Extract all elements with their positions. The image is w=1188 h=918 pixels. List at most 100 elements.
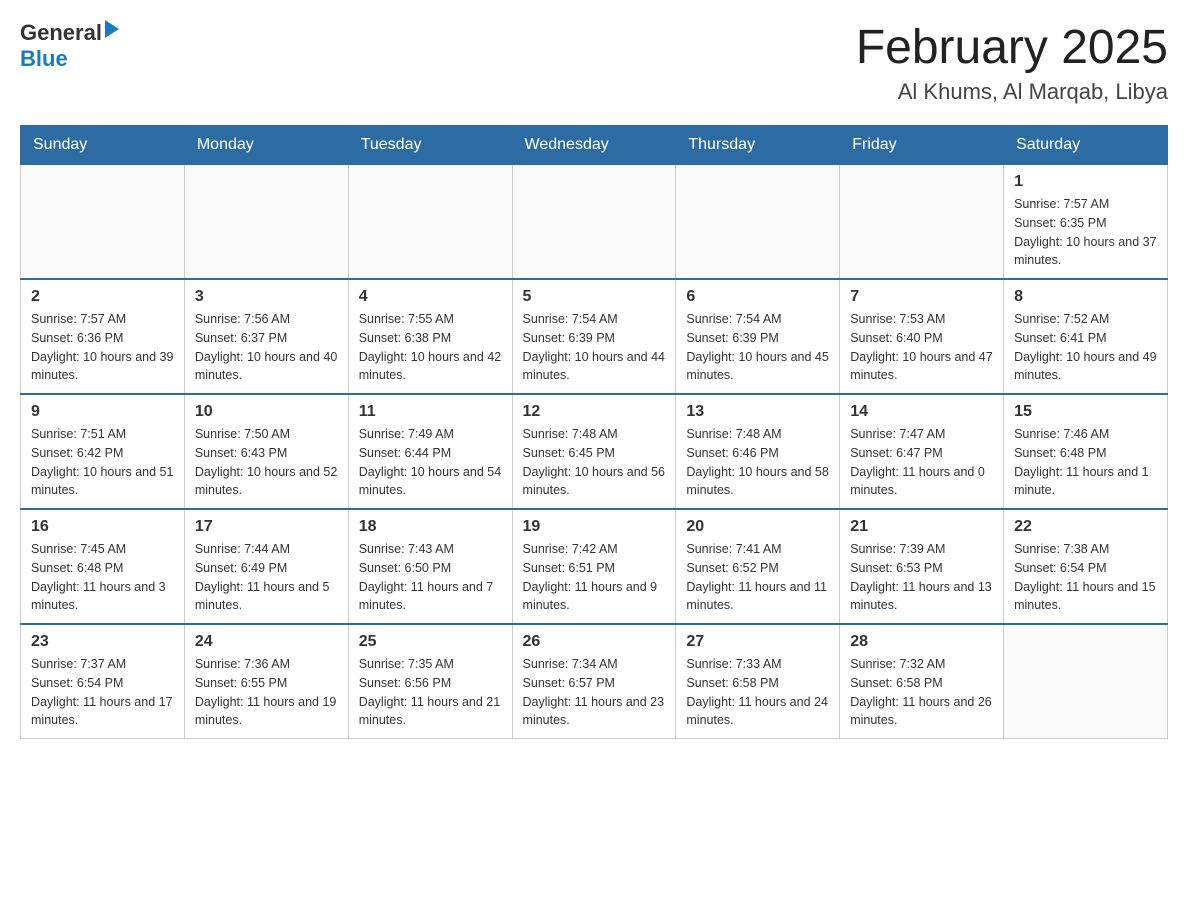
calendar-cell — [512, 165, 676, 280]
day-info: Sunrise: 7:57 AMSunset: 6:36 PMDaylight:… — [31, 310, 174, 385]
calendar-cell — [184, 165, 348, 280]
calendar-cell: 15Sunrise: 7:46 AMSunset: 6:48 PMDayligh… — [1004, 394, 1168, 509]
day-number: 14 — [850, 403, 993, 421]
calendar-cell: 25 Sunrise: 7:35 AMSunset: 6:56 PMDayligh… — [348, 624, 512, 739]
calendar-cell: 24Sunrise: 7:36 AMSunset: 6:55 PMDayligh… — [184, 624, 348, 739]
day-info: Sunrise: 7:42 AMSunset: 6:51 PMDaylight:… — [523, 540, 666, 615]
day-number: 20 — [686, 518, 829, 536]
day-number: 27 — [686, 633, 829, 651]
calendar-cell: 4 Sunrise: 7:55 AMSunset: 6:38 PMDaylight… — [348, 279, 512, 394]
calendar-cell: 11Sunrise: 7:49 AMSunset: 6:44 PMDayligh… — [348, 394, 512, 509]
day-number: 1 — [1014, 173, 1157, 191]
day-info: Sunrise: 7:56 AMSunset: 6:37 PMDaylight:… — [195, 310, 338, 385]
calendar-cell: 17 Sunrise: 7:44 AMSunset: 6:49 PMDayligh… — [184, 509, 348, 624]
day-info: Sunrise: 7:54 AMSunset: 6:39 PMDaylight:… — [686, 310, 829, 385]
day-info: Sunrise: 7:57 AMSunset: 6:35 PMDaylight:… — [1014, 195, 1157, 270]
logo: General Blue — [20, 20, 119, 72]
day-number: 7 — [850, 288, 993, 306]
day-number: 9 — [31, 403, 174, 421]
day-number: 17 — [195, 518, 338, 536]
calendar-cell: 20 Sunrise: 7:41 AMSunset: 6:52 PMDayligh… — [676, 509, 840, 624]
calendar-cell — [676, 165, 840, 280]
day-info: Sunrise: 7:55 AMSunset: 6:38 PMDaylight:… — [359, 310, 502, 385]
day-info: Sunrise: 7:52 AMSunset: 6:41 PMDaylight:… — [1014, 310, 1157, 385]
month-title: February 2025 — [856, 20, 1168, 75]
day-info: Sunrise: 7:35 AMSunset: 6:56 PMDaylight:… — [359, 655, 502, 730]
calendar-header-wednesday: Wednesday — [512, 126, 676, 165]
calendar-week-row: 9Sunrise: 7:51 AMSunset: 6:42 PMDaylight… — [21, 394, 1168, 509]
title-section: February 2025 Al Khums, Al Marqab, Libya — [856, 20, 1168, 105]
calendar-cell: 19 Sunrise: 7:42 AMSunset: 6:51 PMDayligh… — [512, 509, 676, 624]
calendar-header-tuesday: Tuesday — [348, 126, 512, 165]
calendar-cell: 28 Sunrise: 7:32 AMSunset: 6:58 PMDayligh… — [840, 624, 1004, 739]
calendar-header-row: SundayMondayTuesdayWednesdayThursdayFrid… — [21, 126, 1168, 165]
page-header: General Blue February 2025 Al Khums, Al … — [20, 20, 1168, 105]
day-info: Sunrise: 7:48 AMSunset: 6:46 PMDaylight:… — [686, 425, 829, 500]
logo-triangle-icon — [105, 20, 119, 38]
calendar-cell — [840, 165, 1004, 280]
day-info: Sunrise: 7:53 AMSunset: 6:40 PMDaylight:… — [850, 310, 993, 385]
day-number: 13 — [686, 403, 829, 421]
day-info: Sunrise: 7:33 AMSunset: 6:58 PMDaylight:… — [686, 655, 829, 730]
logo-blue-text: Blue — [20, 46, 68, 71]
calendar-cell: 21 Sunrise: 7:39 AMSunset: 6:53 PMDayligh… — [840, 509, 1004, 624]
day-info: Sunrise: 7:34 AMSunset: 6:57 PMDaylight:… — [523, 655, 666, 730]
calendar-week-row: 16 Sunrise: 7:45 AMSunset: 6:48 PMDayligh… — [21, 509, 1168, 624]
calendar-cell: 5Sunrise: 7:54 AMSunset: 6:39 PMDaylight… — [512, 279, 676, 394]
calendar-header-saturday: Saturday — [1004, 126, 1168, 165]
calendar-cell: 16 Sunrise: 7:45 AMSunset: 6:48 PMDayligh… — [21, 509, 185, 624]
calendar-cell: 27 Sunrise: 7:33 AMSunset: 6:58 PMDayligh… — [676, 624, 840, 739]
calendar-cell: 7 Sunrise: 7:53 AMSunset: 6:40 PMDaylight… — [840, 279, 1004, 394]
calendar-week-row: 23 Sunrise: 7:37 AMSunset: 6:54 PMDayligh… — [21, 624, 1168, 739]
day-info: Sunrise: 7:46 AMSunset: 6:48 PMDaylight:… — [1014, 425, 1157, 500]
day-number: 8 — [1014, 288, 1157, 306]
day-number: 25 — [359, 633, 502, 651]
day-number: 22 — [1014, 518, 1157, 536]
calendar-header-thursday: Thursday — [676, 126, 840, 165]
calendar-cell: 18 Sunrise: 7:43 AMSunset: 6:50 PMDayligh… — [348, 509, 512, 624]
day-number: 18 — [359, 518, 502, 536]
day-info: Sunrise: 7:37 AMSunset: 6:54 PMDaylight:… — [31, 655, 174, 730]
calendar-cell: 23 Sunrise: 7:37 AMSunset: 6:54 PMDayligh… — [21, 624, 185, 739]
calendar-cell: 26 Sunrise: 7:34 AMSunset: 6:57 PMDayligh… — [512, 624, 676, 739]
day-number: 10 — [195, 403, 338, 421]
day-number: 23 — [31, 633, 174, 651]
calendar-header-monday: Monday — [184, 126, 348, 165]
calendar-header-sunday: Sunday — [21, 126, 185, 165]
calendar-table: SundayMondayTuesdayWednesdayThursdayFrid… — [20, 125, 1168, 739]
calendar-cell — [1004, 624, 1168, 739]
day-number: 16 — [31, 518, 174, 536]
day-info: Sunrise: 7:39 AMSunset: 6:53 PMDaylight:… — [850, 540, 993, 615]
day-info: Sunrise: 7:48 AMSunset: 6:45 PMDaylight:… — [523, 425, 666, 500]
day-info: Sunrise: 7:54 AMSunset: 6:39 PMDaylight:… — [523, 310, 666, 385]
calendar-cell: 10 Sunrise: 7:50 AMSunset: 6:43 PMDayligh… — [184, 394, 348, 509]
day-number: 4 — [359, 288, 502, 306]
calendar-cell — [348, 165, 512, 280]
day-info: Sunrise: 7:32 AMSunset: 6:58 PMDaylight:… — [850, 655, 993, 730]
calendar-cell: 12 Sunrise: 7:48 AMSunset: 6:45 PMDayligh… — [512, 394, 676, 509]
day-info: Sunrise: 7:41 AMSunset: 6:52 PMDaylight:… — [686, 540, 829, 615]
day-info: Sunrise: 7:50 AMSunset: 6:43 PMDaylight:… — [195, 425, 338, 500]
calendar-cell: 3Sunrise: 7:56 AMSunset: 6:37 PMDaylight… — [184, 279, 348, 394]
calendar-cell: 13 Sunrise: 7:48 AMSunset: 6:46 PMDayligh… — [676, 394, 840, 509]
logo-general-text: General — [20, 20, 102, 46]
day-number: 11 — [359, 403, 502, 421]
day-number: 28 — [850, 633, 993, 651]
calendar-cell — [21, 165, 185, 280]
calendar-week-row: 1 Sunrise: 7:57 AMSunset: 6:35 PMDaylight… — [21, 165, 1168, 280]
day-info: Sunrise: 7:45 AMSunset: 6:48 PMDaylight:… — [31, 540, 174, 615]
day-number: 19 — [523, 518, 666, 536]
day-number: 12 — [523, 403, 666, 421]
day-info: Sunrise: 7:43 AMSunset: 6:50 PMDaylight:… — [359, 540, 502, 615]
day-number: 21 — [850, 518, 993, 536]
day-info: Sunrise: 7:47 AMSunset: 6:47 PMDaylight:… — [850, 425, 993, 500]
location-title: Al Khums, Al Marqab, Libya — [856, 79, 1168, 105]
calendar-week-row: 2Sunrise: 7:57 AMSunset: 6:36 PMDaylight… — [21, 279, 1168, 394]
day-number: 26 — [523, 633, 666, 651]
day-info: Sunrise: 7:44 AMSunset: 6:49 PMDaylight:… — [195, 540, 338, 615]
calendar-header-friday: Friday — [840, 126, 1004, 165]
day-info: Sunrise: 7:36 AMSunset: 6:55 PMDaylight:… — [195, 655, 338, 730]
calendar-cell: 22Sunrise: 7:38 AMSunset: 6:54 PMDayligh… — [1004, 509, 1168, 624]
calendar-cell: 8 Sunrise: 7:52 AMSunset: 6:41 PMDaylight… — [1004, 279, 1168, 394]
calendar-cell: 6Sunrise: 7:54 AMSunset: 6:39 PMDaylight… — [676, 279, 840, 394]
